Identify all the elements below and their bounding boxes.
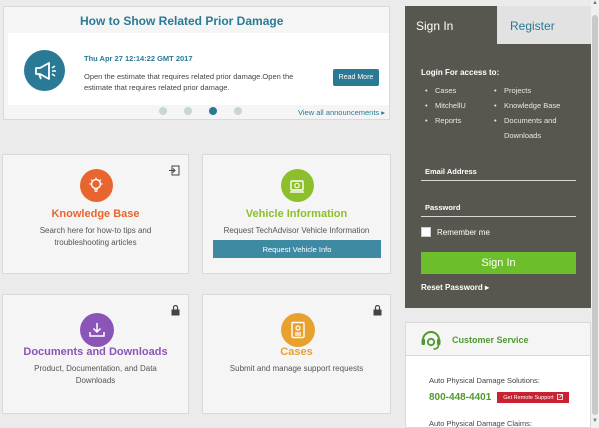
phone-number[interactable]: 800-448-4401 — [429, 392, 491, 403]
login-access-title: Login For access to: — [421, 68, 500, 77]
scrollbar-thumb[interactable] — [592, 15, 598, 415]
knowledge-base-title[interactable]: Knowledge Base — [3, 208, 188, 220]
announcement-date: Thu Apr 27 12:14:22 GMT 2017 — [84, 54, 193, 63]
carousel-dot-4[interactable] — [234, 107, 242, 115]
megaphone-icon — [24, 50, 65, 91]
carousel-dot-1[interactable] — [159, 107, 167, 115]
apd-claims-label: Auto Physical Damage Claims: — [429, 419, 532, 428]
remember-me-checkbox[interactable] — [421, 227, 431, 237]
announcement-body: Thu Apr 27 12:14:22 GMT 2017 Open the es… — [8, 33, 389, 105]
documents-downloads-title[interactable]: Documents and Downloads — [3, 346, 188, 358]
tab-register[interactable]: Register — [497, 6, 591, 44]
customer-service-panel: Customer Service Auto Physical Damage So… — [405, 322, 591, 428]
lightbulb-icon — [79, 169, 113, 202]
id-card-icon — [280, 313, 315, 347]
vehicle-info-title[interactable]: Vehicle Information — [203, 208, 390, 220]
password-field[interactable] — [421, 216, 576, 217]
password-label: Password — [425, 203, 461, 212]
list-item: Reports — [425, 113, 466, 128]
carousel-dot-3[interactable] — [209, 107, 217, 115]
scroll-down-arrow-icon[interactable]: ▼ — [591, 418, 599, 428]
customer-service-title: Customer Service — [452, 335, 529, 345]
vehicle-info-tile[interactable]: Vehicle Information Request TechAdvisor … — [202, 154, 391, 274]
apd-label: Auto Physical Damage Solutions: — [429, 376, 540, 385]
external-link-icon — [556, 393, 563, 402]
signin-tabs: Sign In Register — [405, 6, 591, 44]
knowledge-base-tile[interactable]: Knowledge Base Search here for how-to ti… — [2, 154, 189, 274]
remember-me: Remember me — [421, 227, 490, 237]
email-label: Email Address — [425, 167, 477, 176]
reset-password-link[interactable]: Reset Password ▸ — [421, 283, 489, 292]
login-icon — [169, 163, 180, 181]
cases-tile[interactable]: Cases Submit and manage support requests — [202, 294, 391, 414]
scroll-up-arrow-icon[interactable]: ▲ — [591, 0, 599, 10]
documents-downloads-desc: Product, Documentation, and Data Downloa… — [34, 364, 157, 385]
headset-gear-icon — [420, 329, 442, 356]
vehicle-info-desc: Request TechAdvisor Vehicle Information — [223, 226, 370, 235]
download-icon — [79, 313, 114, 347]
remote-support-label: Get Remote Support — [503, 394, 554, 401]
signin-panel: Sign In Register Login For access to: Ca… — [405, 6, 591, 308]
remote-support-button[interactable]: Get Remote Support — [497, 392, 569, 403]
remember-me-label: Remember me — [437, 227, 490, 237]
tab-sign-in[interactable]: Sign In — [405, 6, 497, 44]
access-list-left: Cases MitchellU Reports — [425, 83, 466, 128]
customer-service-header: Customer Service — [406, 323, 590, 356]
carousel-dots — [159, 107, 242, 115]
view-all-announcements-link[interactable]: View all announcements ▸ — [298, 108, 385, 117]
documents-downloads-tile[interactable]: Documents and Downloads Product, Documen… — [2, 294, 189, 414]
request-vehicle-info-button[interactable]: Request Vehicle Info — [213, 240, 381, 258]
cases-title[interactable]: Cases — [203, 346, 390, 358]
list-item: MitchellU — [425, 98, 466, 113]
cases-desc: Submit and manage support requests — [229, 364, 364, 373]
lock-icon — [171, 303, 180, 321]
vertical-scrollbar[interactable]: ▲ ▼ — [591, 0, 599, 428]
vehicle-icon — [280, 169, 314, 202]
announcement-text: Open the estimate that requires related … — [84, 72, 294, 92]
email-field[interactable] — [421, 180, 576, 181]
list-item: Cases — [425, 83, 466, 98]
list-item: Documents and Downloads — [494, 113, 574, 143]
lock-icon — [373, 303, 382, 321]
announcement-card: Thu Apr 27 12:14:22 GMT 2017 Open the es… — [3, 6, 390, 120]
sign-in-button[interactable]: Sign In — [421, 252, 576, 274]
access-list-right: Projects Knowledge Base Documents and Do… — [494, 83, 574, 143]
list-item: Projects — [494, 83, 574, 98]
knowledge-base-desc: Search here for how-to tips and troubles… — [39, 226, 152, 247]
carousel-dot-2[interactable] — [184, 107, 192, 115]
read-more-button[interactable]: Read More — [333, 69, 379, 86]
announcement-title[interactable]: How to Show Related Prior Damage — [80, 14, 283, 28]
list-item: Knowledge Base — [494, 98, 574, 113]
